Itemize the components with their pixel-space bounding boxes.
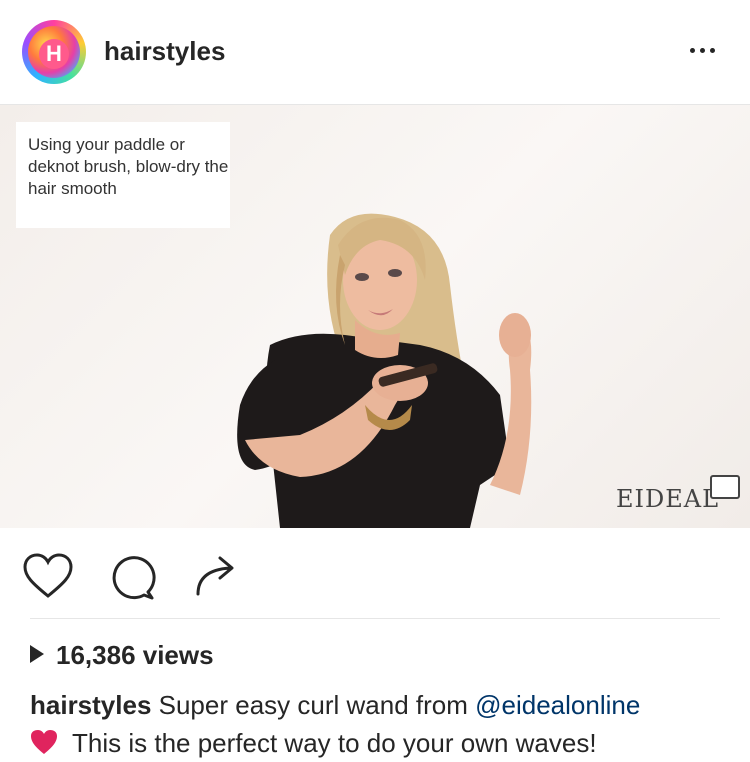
caption-author-link[interactable]: hairstyles [30,690,151,720]
post-caption: hairstyles Super easy curl wand from @ei… [30,686,730,762]
tv-logo-icon [710,475,740,499]
play-triangle-icon [30,645,44,664]
heart-outline-icon[interactable] [22,552,74,600]
caption-line-2: This is the perfect way to do your own w… [72,728,597,758]
username-link[interactable]: hairstyles [104,36,225,67]
brand-watermark: EIDEAL [616,485,720,513]
actions-divider [30,618,720,619]
share-arrow-icon[interactable] [194,554,238,596]
comment-bubble-icon[interactable] [108,554,156,600]
more-options-icon[interactable] [690,40,722,60]
post-header: H hairstyles [0,0,750,105]
views-text: 16,386 views [56,640,214,670]
avatar-letter: H [39,39,69,69]
action-bar [0,528,750,618]
caption-text: Super easy curl wand from [151,690,476,720]
overlay-text: Using your paddle or deknot brush, blow-… [28,135,229,198]
red-heart-emoji-icon [31,730,57,755]
video-player[interactable]: Using your paddle or deknot brush, blow-… [0,105,750,528]
view-count[interactable]: 16,386 views [30,640,214,671]
mention-link[interactable]: @eidealonline [475,690,640,720]
video-overlay-caption: Using your paddle or deknot brush, blow-… [16,122,230,228]
avatar[interactable]: H [22,20,86,84]
